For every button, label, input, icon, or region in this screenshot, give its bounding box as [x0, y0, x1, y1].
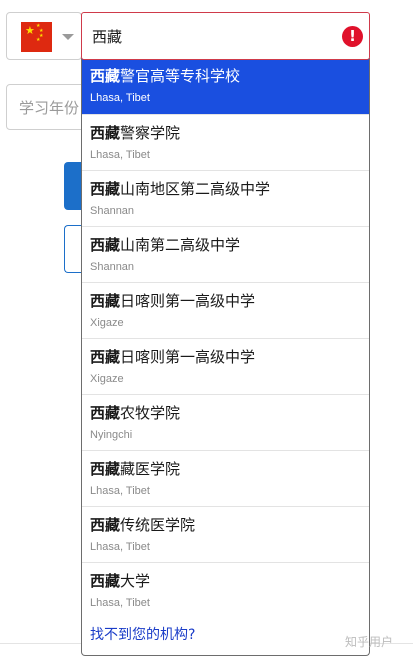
institution-name: 西藏农牧学院: [90, 403, 180, 423]
institution-location: Nyingchi: [90, 429, 133, 441]
institution-location: Lhasa, Tibet: [90, 485, 150, 497]
query-match-text: 西藏: [90, 460, 121, 478]
query-match-text: 西藏: [90, 67, 121, 85]
institution-option[interactable]: 西藏传统医学院 Lhasa, Tibet: [82, 506, 369, 562]
institution-name-rest: 大学: [120, 572, 151, 590]
query-match-text: 西藏: [90, 292, 121, 310]
institution-name: 西藏警察学院: [90, 123, 180, 143]
institution-name: 西藏日喀则第一高级中学: [90, 347, 255, 367]
not-found-link[interactable]: 找不到您的机构?: [90, 624, 195, 644]
query-match-text: 西藏: [90, 180, 121, 198]
institution-name: 西藏日喀则第一高级中学: [90, 291, 255, 311]
institution-option[interactable]: 西藏山南地区第二高级中学 Shannan: [82, 170, 369, 226]
institution-option[interactable]: 西藏山南第二高级中学 Shannan: [82, 226, 369, 282]
institution-name-rest: 山南第二高级中学: [120, 236, 241, 254]
institution-location: Xigaze: [90, 317, 124, 329]
institution-search-input[interactable]: [92, 22, 332, 50]
query-match-text: 西藏: [90, 348, 121, 366]
institution-location: Xigaze: [90, 373, 124, 385]
query-match-text: 西藏: [90, 516, 121, 534]
institution-name: 西藏山南地区第二高级中学: [90, 179, 270, 199]
institution-location: Lhasa, Tibet: [90, 541, 150, 553]
institution-name-rest: 农牧学院: [120, 404, 181, 422]
institution-dropdown: 西藏警官高等专科学校 Lhasa, Tibet 西藏警察学院 Lhasa, Tibet…: [81, 58, 370, 656]
institution-option[interactable]: 西藏日喀则第一高级中学 Xigaze: [82, 338, 369, 394]
institution-name: 西藏警官高等专科学校: [90, 66, 240, 86]
institution-name-rest: 传统医学院: [120, 516, 196, 534]
institution-location: Shannan: [90, 261, 135, 273]
institution-option[interactable]: 西藏藏医学院 Lhasa, Tibet: [82, 450, 369, 506]
institution-name-rest: 日喀则第一高级中学: [120, 292, 256, 310]
country-select[interactable]: ★ ★ ★ ★ ★: [6, 12, 82, 60]
institution-name-rest: 藏医学院: [120, 460, 181, 478]
institution-name: 西藏大学: [90, 571, 150, 591]
query-match-text: 西藏: [90, 572, 121, 590]
institution-location: Lhasa, Tibet: [90, 149, 150, 161]
institution-name: 西藏传统医学院: [90, 515, 195, 535]
institution-option[interactable]: 西藏警察学院 Lhasa, Tibet: [82, 114, 369, 170]
institution-name-rest: 日喀则第一高级中学: [120, 348, 256, 366]
query-match-text: 西藏: [90, 236, 121, 254]
error-icon: !: [342, 26, 363, 47]
institution-location: Lhasa, Tibet: [90, 92, 150, 104]
query-match-text: 西藏: [90, 124, 121, 142]
institution-name-rest: 警察学院: [120, 124, 181, 142]
institution-name-rest: 警官高等专科学校: [120, 67, 241, 85]
institution-search-box: !: [81, 12, 370, 60]
institution-option[interactable]: 西藏警官高等专科学校 Lhasa, Tibet: [82, 58, 369, 114]
institution-name: 西藏藏医学院: [90, 459, 180, 479]
study-year-placeholder: 学习年份: [19, 99, 80, 117]
institution-option[interactable]: 西藏日喀则第一高级中学 Xigaze: [82, 282, 369, 338]
institution-location: Lhasa, Tibet: [90, 597, 150, 609]
chevron-down-icon: [62, 34, 74, 40]
institution-option[interactable]: 西藏大学 Lhasa, Tibet: [82, 562, 369, 618]
institution-location: Shannan: [90, 205, 135, 217]
watermark: 知乎用户: [345, 635, 394, 649]
institution-name: 西藏山南第二高级中学: [90, 235, 240, 255]
institution-name-rest: 山南地区第二高级中学: [120, 180, 271, 198]
query-match-text: 西藏: [90, 404, 121, 422]
china-flag-icon: ★ ★ ★ ★ ★: [21, 22, 52, 52]
institution-option[interactable]: 西藏农牧学院 Nyingchi: [82, 394, 369, 450]
